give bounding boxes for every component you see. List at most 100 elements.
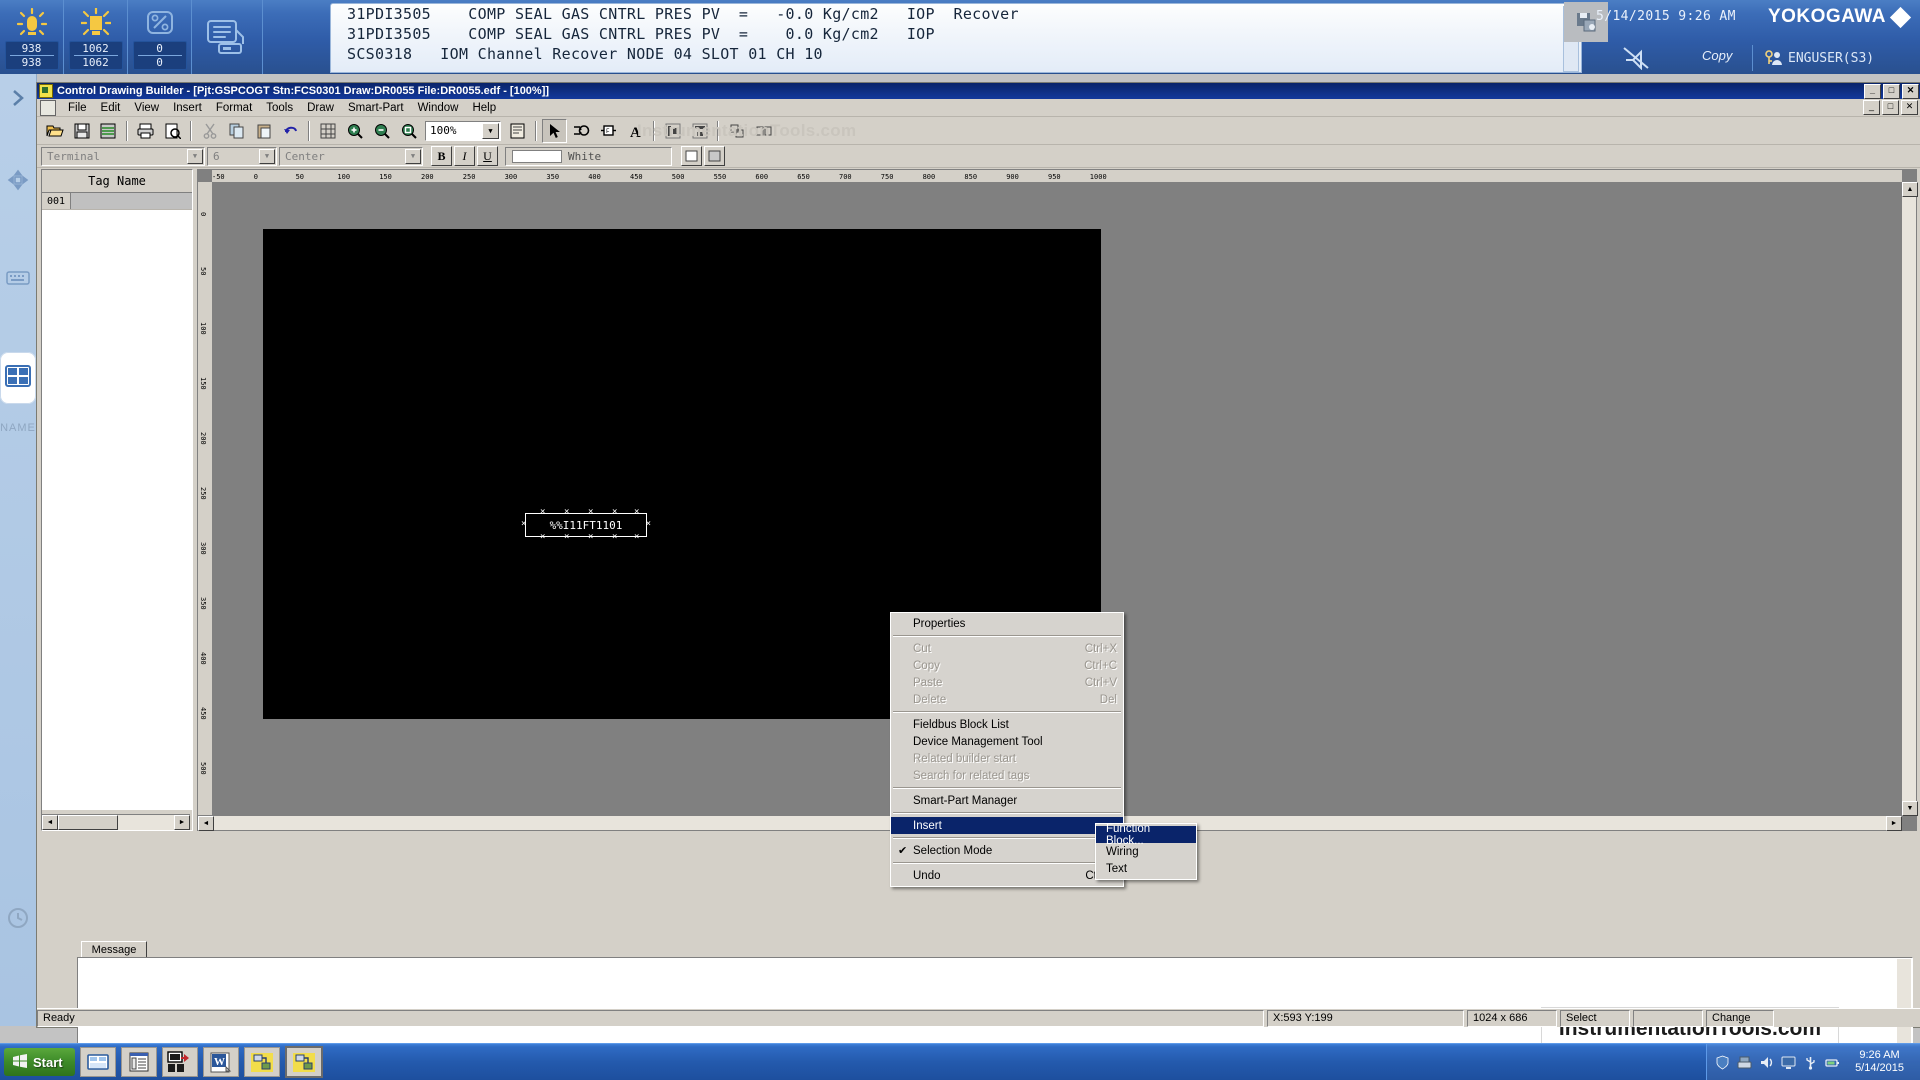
resize-handle[interactable]: × (540, 508, 545, 517)
close-button[interactable]: ✕ (1902, 84, 1919, 99)
context-menu[interactable]: PropertiesCutCtrl+XCopyCtrl+CPasteCtrl+V… (890, 612, 1124, 887)
grid-icon[interactable] (315, 119, 340, 143)
taskbar-word[interactable]: W (203, 1047, 239, 1077)
alarm-counter-1[interactable]: 938 938 (0, 0, 64, 74)
function-block-icon[interactable]: F (596, 119, 621, 143)
chevron-down-icon[interactable]: ▼ (482, 123, 499, 139)
start-button[interactable]: Start (4, 1048, 75, 1076)
canvas-vscrollbar[interactable]: ▲ ▼ (1901, 182, 1916, 816)
context-menu-item-selection-mode[interactable]: ✔Selection Mode (891, 842, 1123, 859)
scroll-down-button[interactable]: ▼ (1902, 801, 1918, 816)
zoom-out-icon[interactable] (369, 119, 394, 143)
context-submenu-insert[interactable]: Function Block...WiringText (1095, 823, 1197, 880)
resize-handle[interactable]: × (564, 508, 569, 517)
tag-panel-hscrollbar[interactable]: ◄ ► (42, 814, 190, 830)
zoom-in-icon[interactable] (342, 119, 367, 143)
font-family-select[interactable]: Terminal ▼ (41, 147, 205, 166)
save-all-icon[interactable] (96, 119, 121, 143)
menu-item-file[interactable]: File (61, 101, 94, 115)
user-indicator[interactable]: ENGUSER(S3) (1752, 45, 1874, 71)
line-style-button[interactable] (704, 146, 725, 166)
function-block-tag[interactable]: %%I11FT1101 × × × × × × × × × × × (525, 513, 647, 537)
submenu-item-text[interactable]: Text (1096, 860, 1196, 877)
resize-handle[interactable]: × (588, 508, 593, 517)
context-menu-item-properties[interactable]: Properties (891, 615, 1123, 632)
resize-handle[interactable]: × (588, 533, 593, 542)
menu-item-smart-part[interactable]: Smart-Part (341, 101, 411, 115)
context-menu-item-device-management-tool[interactable]: Device Management Tool (891, 733, 1123, 750)
select-arrow-icon[interactable] (542, 119, 567, 143)
display-icon[interactable] (1781, 1055, 1796, 1070)
taskbar-clock[interactable]: 9:26 AM 5/14/2015 (1847, 1049, 1912, 1075)
resize-handle[interactable]: × (634, 533, 639, 542)
taskbar-document[interactable] (121, 1047, 157, 1077)
scroll-right-button[interactable]: ► (1886, 816, 1902, 831)
volume-icon[interactable] (1759, 1055, 1774, 1070)
sidebar-item-navigate[interactable] (0, 156, 36, 208)
zoom-fit-icon[interactable] (396, 119, 421, 143)
alarm-silence-icon[interactable] (1620, 44, 1654, 75)
child-close-button[interactable]: ✕ (1901, 100, 1918, 115)
sidebar-item-history[interactable] (0, 894, 36, 946)
bold-button[interactable]: B (431, 146, 452, 166)
text-color-select[interactable]: White (505, 147, 672, 166)
context-menu-item-insert[interactable]: Insert▶ (891, 817, 1123, 834)
resize-handle[interactable]: × (646, 520, 651, 529)
cut-icon[interactable] (197, 119, 222, 143)
submenu-item-function-block[interactable]: Function Block... (1096, 826, 1196, 843)
sidebar-item-keyboard[interactable] (0, 254, 36, 306)
copy-icon[interactable] (224, 119, 249, 143)
window-titlebar[interactable]: Control Drawing Builder - [Pjt:GSPCOGT S… (37, 83, 1920, 99)
resize-handle[interactable]: × (564, 533, 569, 542)
resize-handle[interactable]: × (521, 520, 526, 529)
print-icon[interactable] (133, 119, 158, 143)
tag-row-value[interactable] (71, 193, 192, 209)
fill-style-button[interactable] (681, 146, 702, 166)
scroll-right-button[interactable]: ► (174, 815, 190, 830)
tab-message[interactable]: Message (81, 941, 147, 958)
underline-button[interactable]: U (477, 146, 498, 166)
print-preview-icon[interactable] (160, 119, 185, 143)
menu-item-draw[interactable]: Draw (300, 101, 341, 115)
wiring-icon[interactable] (569, 119, 594, 143)
taskbar-hmi[interactable] (162, 1047, 198, 1077)
usb-icon[interactable] (1803, 1055, 1818, 1070)
scroll-up-button[interactable]: ▲ (1902, 182, 1918, 197)
paste-icon[interactable] (251, 119, 276, 143)
chevron-down-icon[interactable]: ▼ (187, 149, 203, 164)
battery-icon[interactable] (1825, 1055, 1840, 1070)
zoom-level-select[interactable]: 100% ▼ (425, 121, 501, 141)
scroll-thumb[interactable] (58, 815, 118, 830)
taskbar-builder-1[interactable] (244, 1047, 280, 1077)
open-icon[interactable] (42, 119, 67, 143)
copy-button[interactable]: Copy (1702, 48, 1732, 63)
maximize-button[interactable]: □ (1883, 84, 1900, 99)
menu-item-edit[interactable]: Edit (94, 101, 128, 115)
table-row[interactable]: 001 (42, 193, 192, 210)
context-menu-item-smart-part-manager[interactable]: Smart-Part Manager (891, 792, 1123, 809)
taskbar-builder-2[interactable] (285, 1046, 323, 1078)
resize-handle[interactable]: × (540, 533, 545, 542)
menu-item-tools[interactable]: Tools (259, 101, 300, 115)
save-icon[interactable] (69, 119, 94, 143)
resize-handle[interactable]: × (612, 508, 617, 517)
undo-icon[interactable] (278, 119, 303, 143)
resize-handle[interactable]: × (634, 508, 639, 517)
tag-panel-body[interactable] (42, 210, 192, 810)
taskbar-explorer[interactable] (80, 1047, 116, 1077)
scroll-trough[interactable] (58, 815, 174, 830)
properties-icon[interactable] (505, 119, 530, 143)
italic-button[interactable]: I (454, 146, 475, 166)
context-menu-item-fieldbus-block-list[interactable]: Fieldbus Block List (891, 716, 1123, 733)
shield-icon[interactable] (1715, 1055, 1730, 1070)
child-minimize-button[interactable]: _ (1863, 100, 1880, 115)
resize-handle[interactable]: × (612, 533, 617, 542)
menu-item-view[interactable]: View (127, 101, 166, 115)
message-vscrollbar[interactable] (1897, 959, 1911, 1051)
alarm-counter-3[interactable]: 0 0 (128, 0, 192, 74)
chevron-down-icon[interactable]: ▼ (259, 149, 275, 164)
network-icon[interactable] (1737, 1055, 1752, 1070)
his-message-window[interactable]: 31PDI3505 COMP SEAL GAS CNTRL PRES PV = … (330, 3, 1582, 73)
document-icon[interactable] (40, 100, 56, 116)
scroll-left-button[interactable]: ◄ (198, 816, 214, 831)
